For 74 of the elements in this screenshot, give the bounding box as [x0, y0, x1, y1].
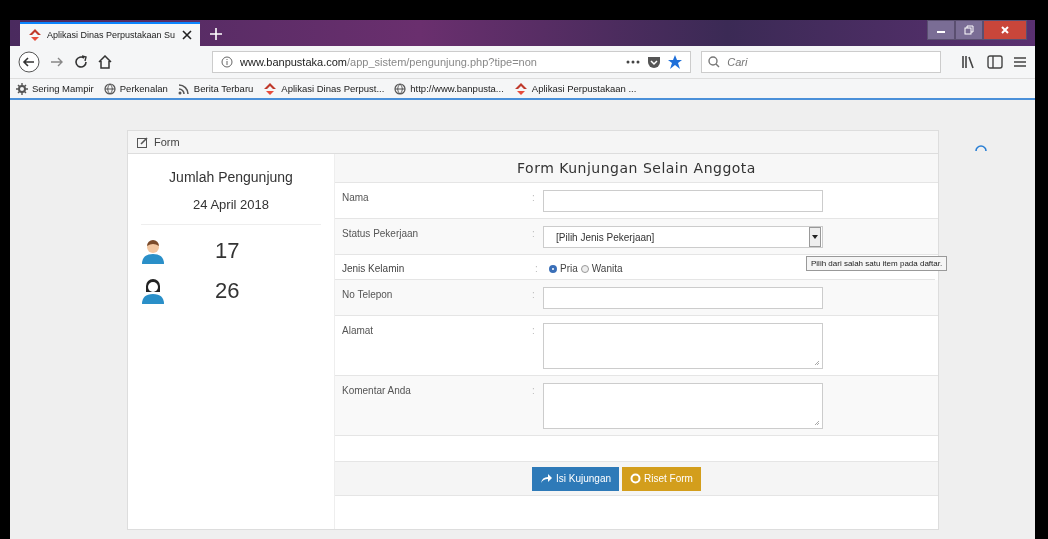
text-area[interactable]	[543, 383, 823, 429]
field-label: Nama	[341, 191, 370, 203]
forward-icon	[50, 56, 64, 68]
separator: :	[532, 384, 536, 396]
browser-tab[interactable]: Aplikasi Dinas Perpustakaan Su	[20, 22, 200, 46]
reload-icon	[74, 55, 88, 69]
input-field[interactable]	[543, 190, 823, 212]
field-label: Jenis Kelamin	[341, 262, 406, 274]
visitor-count: 17	[215, 238, 240, 264]
woman-avatar-icon	[141, 278, 165, 304]
radio-label: Wanita	[591, 263, 623, 274]
close-icon	[1000, 25, 1010, 35]
panel-title: Form	[154, 136, 180, 148]
field-label: Alamat	[341, 324, 375, 336]
radio-button[interactable]	[580, 264, 589, 273]
radio-button[interactable]	[549, 264, 557, 273]
pocket-icon	[647, 55, 662, 69]
radio-option[interactable]: Pria	[549, 261, 578, 274]
restore-icon	[964, 25, 974, 35]
field-label: No Telepon	[341, 288, 394, 300]
bookmark-item[interactable]: Berita Terbaru	[177, 82, 254, 95]
more-icon	[626, 60, 641, 64]
bookmark-item[interactable]: Sering Mampir	[16, 82, 94, 95]
search-icon	[708, 56, 721, 68]
bookmark-item[interactable]: Perkenalan	[103, 82, 168, 95]
field-label: Status Pekerjaan	[341, 227, 420, 239]
separator: :	[535, 262, 539, 274]
separator: :	[532, 324, 536, 336]
share-arrow-icon	[540, 473, 553, 484]
close-icon	[182, 30, 192, 40]
logo-icon	[263, 81, 278, 96]
url-text: www.banpustaka.com/app_sistem/pengunjung.php?tipe=non	[240, 56, 537, 68]
globe-icon	[103, 82, 116, 95]
dropdown[interactable]: [Pilih Jenis Pekerjaan]	[543, 226, 823, 248]
menu-icon	[1013, 56, 1027, 68]
new-tab-icon	[210, 28, 222, 40]
form-title: Form Kunjungan Selain Anggota	[335, 154, 938, 183]
separator: :	[532, 191, 536, 203]
radio-label: Pria	[560, 263, 578, 274]
circle-icon	[630, 473, 642, 484]
bookmark-item[interactable]: http://www.banpusta...	[394, 82, 504, 95]
resize-grip-icon	[814, 420, 820, 426]
caret-icon	[812, 235, 818, 239]
man-avatar-icon	[141, 238, 165, 264]
back-icon	[18, 51, 40, 73]
home-icon	[98, 55, 112, 69]
logo-icon	[513, 81, 528, 96]
radio-option[interactable]: Wanita	[580, 261, 623, 274]
visitors-title: Jumlah Pengunjung	[169, 169, 293, 185]
gear-icon	[16, 82, 28, 95]
separator: :	[532, 227, 536, 239]
info-icon	[221, 56, 233, 68]
star-icon	[668, 55, 683, 69]
input-field[interactable]	[543, 287, 823, 309]
search-field[interactable]: Cari	[701, 51, 941, 73]
sidebar-icon	[987, 55, 1003, 69]
address-bar[interactable]: www.banpustaka.com/app_sistem/pengunjung.php?tipe=non	[212, 51, 692, 73]
field-label: Komentar Anda	[341, 384, 412, 396]
visitor-count: 26	[215, 278, 240, 304]
bookmark-item[interactable]: Aplikasi Dinas Perpust...	[263, 81, 385, 96]
search-input[interactable]: Cari	[725, 55, 926, 69]
resize-grip-icon	[814, 360, 820, 366]
edit-icon	[137, 136, 148, 148]
separator: :	[532, 288, 536, 300]
globe-icon	[394, 82, 407, 95]
text-area[interactable]	[543, 323, 823, 369]
tooltip: Pilih dari salah satu item pada daftar.	[806, 256, 948, 271]
feed-icon	[177, 82, 190, 95]
submit-button[interactable]: Isi Kujungan	[532, 466, 620, 491]
logo-icon	[28, 28, 42, 42]
bookmark-item[interactable]: Aplikasi Perpustakaan ...	[513, 81, 637, 96]
visit-date: 24 April 2018	[193, 197, 269, 212]
loading-spinner-icon	[975, 144, 987, 152]
library-icon	[961, 55, 977, 69]
